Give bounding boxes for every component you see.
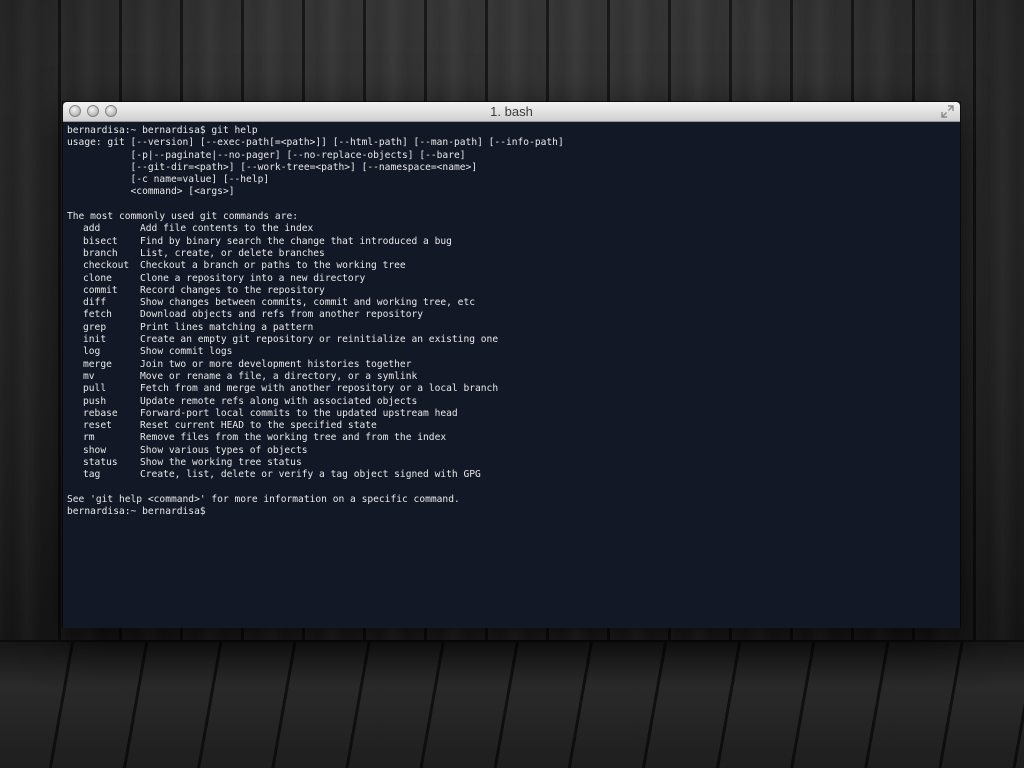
command-name: pull bbox=[83, 383, 107, 395]
command-description: Remove files from the working tree and f… bbox=[140, 432, 447, 444]
command-description: Show commit logs bbox=[140, 346, 233, 358]
command-name: status bbox=[83, 457, 118, 469]
usage-line: usage: git [--version] [--exec-path[=<pa… bbox=[67, 137, 564, 149]
usage-line: [--git-dir=<path>] [--work-tree=<path>] … bbox=[67, 161, 478, 173]
command-description: Checkout a branch or paths to the workin… bbox=[140, 260, 406, 272]
command-name: grep bbox=[83, 321, 107, 333]
command-description: Show various types of objects bbox=[140, 444, 308, 456]
command-name: checkout bbox=[83, 260, 130, 272]
command-row: commit Record changes to the repository bbox=[67, 285, 960, 297]
command-row: rebase Forward-port local commits to the … bbox=[67, 408, 960, 420]
command-row: log Show commit logs bbox=[67, 346, 960, 358]
command-row: add Add file contents to the index bbox=[67, 223, 960, 235]
command-description: Download objects and refs from another r… bbox=[140, 309, 424, 321]
command-description: Record changes to the repository bbox=[140, 284, 325, 296]
command-row: clone Clone a repository into a new direc… bbox=[67, 273, 960, 285]
command-description: Fetch from and merge with another reposi… bbox=[140, 383, 499, 395]
command-row: pull Fetch from and merge with another re… bbox=[67, 383, 960, 395]
command-row: grep Print lines matching a pattern bbox=[67, 322, 960, 334]
title-bar[interactable]: 1. bash bbox=[63, 102, 960, 122]
command-row: bisect Find by binary search the change t… bbox=[67, 236, 960, 248]
command-row: status Show the working tree status bbox=[67, 457, 960, 469]
command-name: bisect bbox=[83, 235, 118, 247]
usage-line: [-p|--paginate|--no-pager] [--no-replace… bbox=[67, 149, 466, 161]
command-name: init bbox=[83, 334, 107, 346]
command-row: checkout Checkout a branch or paths to th… bbox=[67, 260, 960, 272]
command-description: Clone a repository into a new directory bbox=[140, 272, 366, 284]
command-description: Show the working tree status bbox=[140, 457, 302, 469]
help-footer: See 'git help <command>' for more inform… bbox=[67, 493, 460, 505]
fullscreen-icon[interactable] bbox=[941, 105, 954, 118]
command-row: rm Remove files from the working tree and… bbox=[67, 432, 960, 444]
command-name: branch bbox=[83, 247, 118, 259]
usage-line: [-c name=value] [--help] bbox=[67, 174, 270, 186]
command-name: merge bbox=[83, 358, 112, 370]
command-description: Move or rename a file, a directory, or a… bbox=[140, 370, 418, 382]
command-description: Reset current HEAD to the specified stat… bbox=[140, 420, 377, 432]
command-name: rebase bbox=[83, 407, 118, 419]
command-description: Show changes between commits, commit and… bbox=[140, 297, 476, 309]
shell-prompt[interactable]: bernardisa:~ bernardisa$ bbox=[67, 506, 960, 518]
command-description: Join two or more development histories t… bbox=[140, 358, 412, 370]
command-name: show bbox=[83, 444, 107, 456]
command-name: push bbox=[83, 395, 107, 407]
command-row: init Create an empty git repository or re… bbox=[67, 334, 960, 346]
command-name: fetch bbox=[83, 309, 112, 321]
command-name: clone bbox=[83, 272, 112, 284]
terminal-output[interactable]: bernardisa:~ bernardisa$ git help usage:… bbox=[63, 122, 960, 628]
window-title: 1. bash bbox=[490, 104, 533, 119]
command-description: Create, list, delete or verify a tag obj… bbox=[140, 469, 481, 481]
command-row: reset Reset current HEAD to the specified… bbox=[67, 420, 960, 432]
command-description: Print lines matching a pattern bbox=[140, 321, 314, 333]
command-description: Update remote refs along with associated… bbox=[140, 395, 418, 407]
command-prompt-line: bernardisa:~ bernardisa$ git help bbox=[67, 125, 258, 136]
command-row: show Show various types of objects bbox=[67, 445, 960, 457]
command-name: mv bbox=[83, 370, 95, 382]
command-row: branch List, create, or delete branches bbox=[67, 248, 960, 260]
command-row: mv Move or rename a file, a directory, or… bbox=[67, 371, 960, 383]
command-name: commit bbox=[83, 284, 118, 296]
terminal-window[interactable]: 1. bash bernardisa:~ bernardisa$ git hel… bbox=[63, 102, 960, 628]
command-description: Find by binary search the change that in… bbox=[140, 235, 452, 247]
command-name: add bbox=[83, 223, 101, 235]
commands-heading: The most commonly used git commands are: bbox=[67, 211, 299, 223]
command-description: Forward-port local commits to the update… bbox=[140, 407, 458, 419]
command-row: fetch Download objects and refs from anot… bbox=[67, 309, 960, 321]
command-description: List, create, or delete branches bbox=[140, 247, 325, 259]
command-description: Create an empty git repository or reinit… bbox=[140, 334, 499, 346]
command-row: merge Join two or more development histor… bbox=[67, 359, 960, 371]
command-row: diff Show changes between commits, commit… bbox=[67, 297, 960, 309]
command-row: push Update remote refs along with associ… bbox=[67, 396, 960, 408]
command-description: Add file contents to the index bbox=[140, 223, 314, 235]
command-row: tag Create, list, delete or verify a tag … bbox=[67, 469, 960, 481]
command-name: rm bbox=[83, 432, 95, 444]
command-name: diff bbox=[83, 297, 107, 309]
command-name: log bbox=[83, 346, 101, 358]
command-name: reset bbox=[83, 420, 112, 432]
background-floor bbox=[0, 640, 1024, 768]
usage-line: <command> [<args>] bbox=[67, 186, 235, 198]
command-name: tag bbox=[83, 469, 101, 481]
